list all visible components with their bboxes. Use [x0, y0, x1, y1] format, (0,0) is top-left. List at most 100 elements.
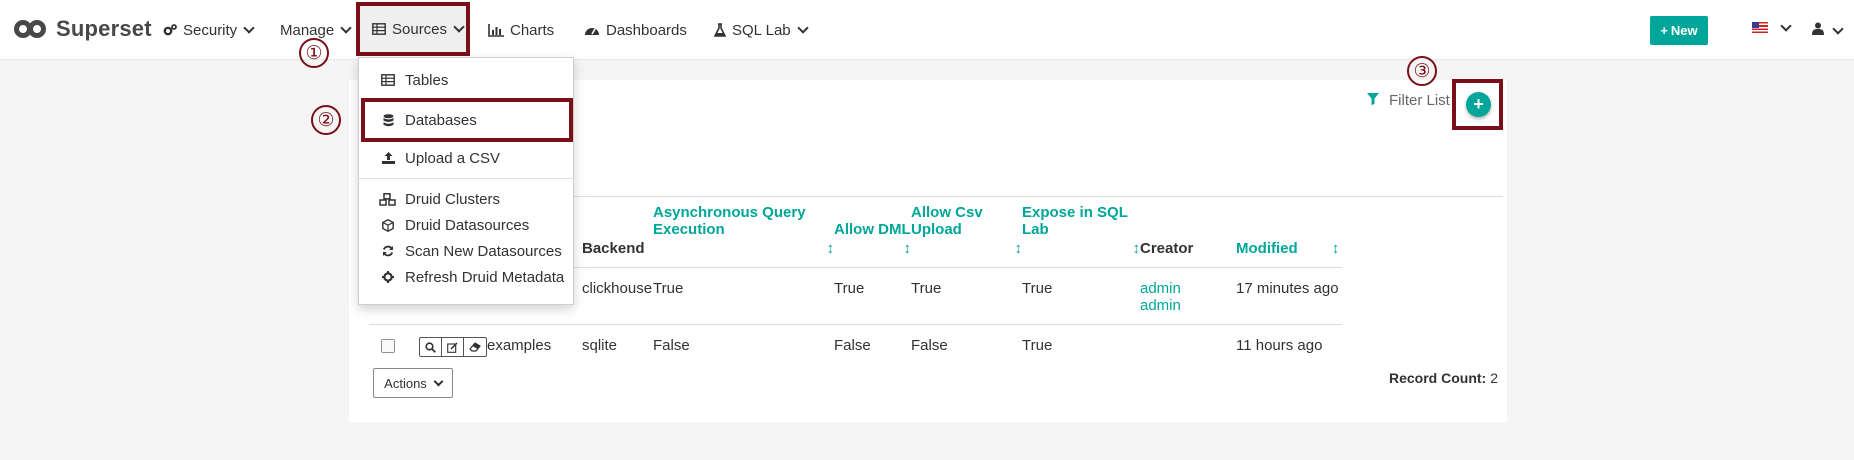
bar-chart-icon [488, 23, 504, 37]
record-count-value: 2 [1490, 370, 1499, 386]
actions-label: Actions [384, 375, 427, 391]
creator-link[interactable]: admin [1140, 280, 1181, 297]
table-icon [379, 74, 397, 86]
async-cell: True [653, 267, 834, 325]
language-selector[interactable] [1752, 19, 1792, 33]
allow-dml-column-label: Allow DML [834, 221, 911, 238]
async-cell: False [653, 324, 834, 379]
modified-cell: 17 minutes ago [1236, 267, 1342, 325]
nav-sql-lab[interactable]: SQL Lab [714, 0, 809, 60]
table-row: examples sqlite False False False True 1… [369, 324, 1342, 379]
backend-cell: sqlite [582, 324, 653, 379]
menu-item-tables[interactable]: Tables [359, 62, 573, 98]
add-record-button[interactable]: + [1466, 92, 1491, 117]
menu-item-upload-csv-label: Upload a CSV [405, 149, 501, 167]
allow-csv-column-header[interactable]: Allow Csv Upload ↕ [911, 204, 1022, 268]
chevron-down-icon [1780, 19, 1792, 32]
modified-cell: 11 hours ago [1236, 324, 1342, 379]
dashboard-icon [584, 24, 600, 36]
new-button-label: New [1670, 23, 1698, 38]
eraser-icon[interactable] [464, 338, 486, 356]
nav-security-label: Security [183, 21, 238, 39]
creator-cell: admin admin [1140, 267, 1236, 325]
chevron-down-icon [243, 22, 255, 34]
menu-item-upload-csv[interactable]: Upload a CSV [359, 140, 573, 176]
menu-item-druid-clusters[interactable]: Druid Clusters [359, 186, 573, 212]
flask-icon [714, 23, 726, 37]
table-icon [372, 23, 386, 35]
creator-cell [1140, 324, 1236, 379]
nav-security[interactable]: Security [163, 0, 255, 60]
cubes-icon [379, 192, 397, 206]
brand[interactable]: Superset [14, 16, 152, 42]
nav-charts[interactable]: Charts [488, 0, 554, 60]
menu-item-refresh-druid-metadata[interactable]: Refresh Druid Metadata [359, 264, 573, 290]
nav-sources-label: Sources [392, 20, 448, 38]
new-button[interactable]: + New [1650, 16, 1708, 45]
plus-icon: + [1473, 94, 1484, 114]
chevron-down-icon [340, 22, 352, 34]
cog-icon [379, 271, 397, 283]
cube-icon [379, 218, 397, 232]
nav-sources[interactable]: Sources [356, 2, 470, 56]
allow-csv-column-label: Allow Csv Upload [911, 204, 983, 238]
nav-sql-lab-label: SQL Lab [732, 21, 791, 39]
creator-link[interactable]: admin [1140, 297, 1181, 314]
filter-list-button[interactable]: Filter List [1367, 90, 1450, 110]
sort-icon[interactable]: ↕ [653, 240, 835, 257]
menu-item-scan-datasources[interactable]: Scan New Datasources [359, 238, 573, 264]
sort-icon[interactable]: ↕ [1022, 240, 1141, 257]
async-column-header[interactable]: Asynchronous Query Execution ↕ [653, 204, 834, 268]
menu-item-databases[interactable]: Databases [361, 98, 573, 142]
chevron-down-icon [453, 21, 465, 33]
allow-dml-column-header[interactable]: Allow DML ↕ [834, 204, 911, 268]
expose-column-header[interactable]: Expose in SQL Lab ↕ [1022, 204, 1140, 268]
sort-icon[interactable]: ↕ [911, 240, 1023, 257]
menu-item-druid-datasources[interactable]: Druid Datasources [359, 212, 573, 238]
row-checkbox[interactable] [381, 339, 395, 353]
menu-item-databases-label: Databases [405, 111, 477, 129]
modified-column-label: Modified [1236, 240, 1298, 257]
chevron-down-icon [1832, 22, 1844, 35]
nav-manage-label: Manage [280, 21, 335, 39]
filter-icon [1367, 92, 1379, 109]
database-name: examples [487, 324, 582, 379]
filter-list-label: Filter List [1389, 91, 1450, 109]
menu-item-druid-clusters-label: Druid Clusters [405, 190, 501, 208]
database-icon [379, 113, 397, 127]
sources-dropdown-menu: Tables Databases Upload a CSV Druid Clus… [358, 57, 574, 305]
expose-cell: True [1022, 267, 1140, 325]
search-icon[interactable] [420, 338, 442, 356]
allow-csv-cell: False [911, 324, 1022, 379]
record-count: Record Count: 2 [1389, 370, 1498, 386]
nav-dashboards[interactable]: Dashboards [584, 0, 687, 60]
modified-column-header[interactable]: Modified ↕ [1236, 204, 1342, 268]
backend-cell: clickhouse [582, 267, 653, 325]
allow-csv-cell: True [911, 267, 1022, 325]
record-count-label: Record Count: [1389, 370, 1487, 386]
add-record-highlight: + [1452, 79, 1503, 130]
plus-icon: + [1660, 23, 1668, 38]
annotation-marker-1: ① [299, 38, 329, 68]
user-menu[interactable] [1812, 22, 1844, 39]
nav-charts-label: Charts [510, 21, 555, 39]
menu-item-tables-label: Tables [405, 71, 449, 89]
backend-column-header: Backend [582, 240, 645, 257]
menu-item-refresh-druid-metadata-label: Refresh Druid Metadata [405, 268, 565, 286]
actions-dropdown-button[interactable]: Actions [373, 368, 453, 398]
superset-logo-icon [14, 18, 48, 40]
chevron-down-icon [433, 376, 444, 386]
user-icon [1812, 22, 1824, 39]
brand-name: Superset [56, 16, 152, 41]
edit-icon[interactable] [442, 338, 464, 356]
expose-cell: True [1022, 324, 1140, 379]
allow-dml-cell: True [834, 267, 911, 325]
expose-column-label: Expose in SQL Lab [1022, 204, 1128, 238]
menu-divider [359, 178, 573, 179]
sort-icon[interactable]: ↕ [834, 240, 912, 257]
us-flag-icon [1752, 22, 1768, 33]
sort-icon[interactable]: ↕ [1332, 240, 1340, 257]
async-column-label: Asynchronous Query Execution [653, 204, 806, 238]
row-action-buttons [419, 337, 487, 357]
refresh-icon [379, 245, 397, 257]
